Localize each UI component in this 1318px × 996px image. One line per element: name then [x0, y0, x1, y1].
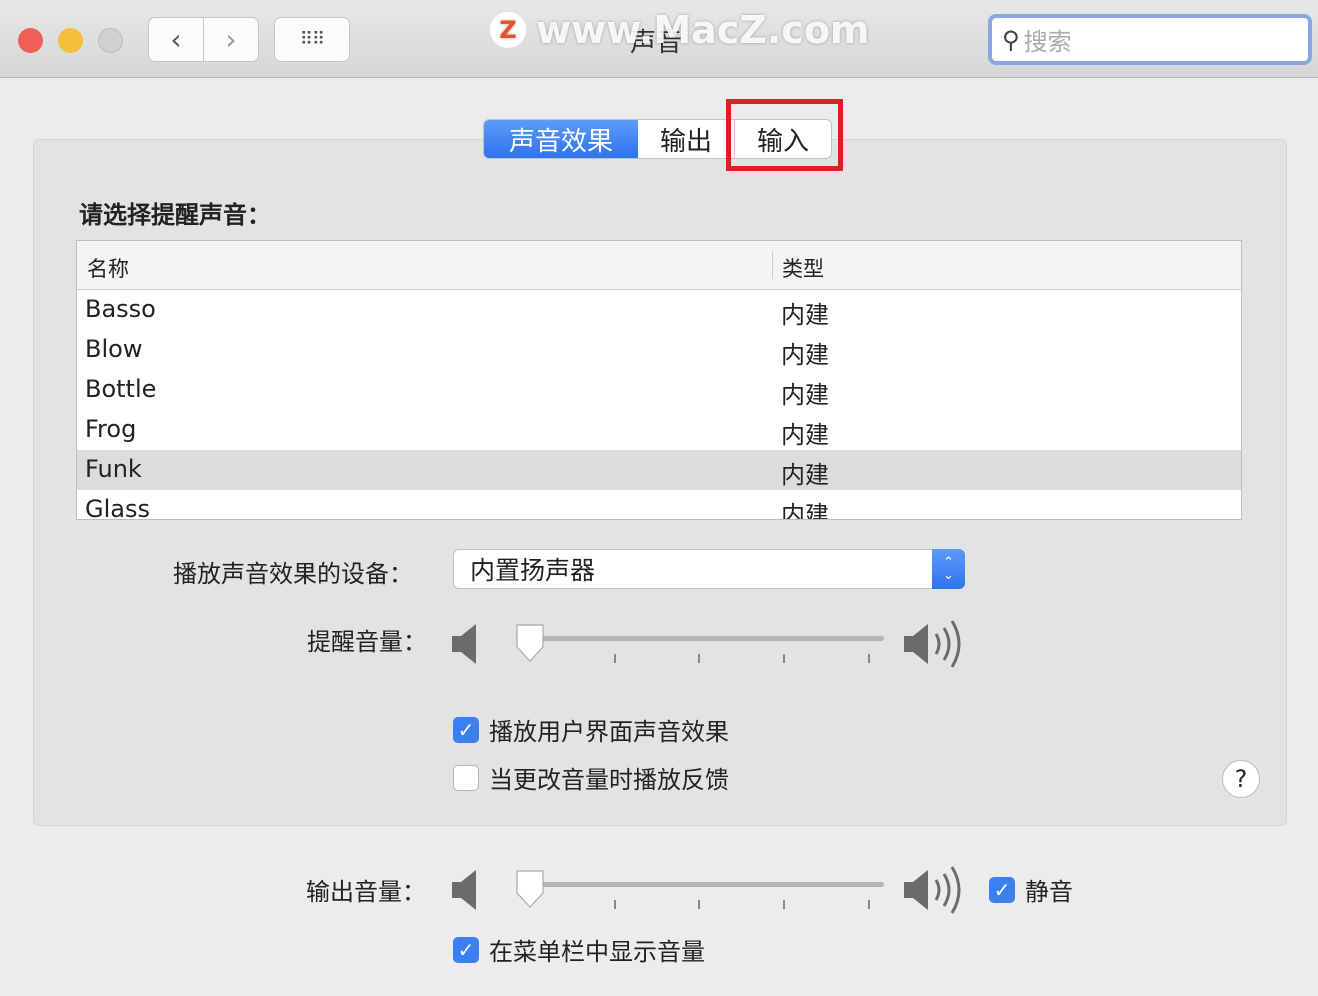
search-placeholder: 搜索: [1024, 22, 1072, 57]
slider-tick: [868, 900, 870, 909]
title-bar: ‹ › ⠿⠿ 声音 Zwww.MacZ.com ⚲搜索: [0, 0, 1318, 78]
mute-checkbox[interactable]: ✓ 静音: [989, 872, 1073, 907]
speaker-high-icon: [904, 618, 974, 670]
tab-output[interactable]: 输出: [638, 120, 735, 158]
alert-volume-slider[interactable]: [452, 614, 972, 674]
sound-name: Glass: [85, 495, 150, 520]
column-type[interactable]: 类型: [782, 253, 824, 283]
table-header: 名称 类型: [77, 241, 1241, 290]
slider-track: [516, 882, 884, 887]
sound-name: Frog: [85, 415, 136, 443]
tab-sound-effects[interactable]: 声音效果: [484, 120, 638, 158]
slider-tick: [614, 900, 616, 909]
feedback-checkbox[interactable]: 当更改音量时播放反馈: [453, 760, 729, 795]
chevron-right-icon: ›: [225, 23, 236, 56]
close-button[interactable]: [18, 28, 43, 53]
output-volume-slider[interactable]: [452, 860, 972, 920]
sound-type: 内建: [781, 375, 829, 410]
sound-type: 内建: [781, 415, 829, 450]
table-row[interactable]: Frog 内建: [77, 410, 1241, 450]
feedback-label: 当更改音量时播放反馈: [489, 760, 729, 795]
search-icon: ⚲: [1002, 26, 1020, 54]
speaker-high-icon: [904, 864, 974, 916]
slider-tick: [698, 900, 700, 909]
alert-heading: 请选择提醒声音：: [79, 195, 271, 230]
table-row[interactable]: Funk 内建: [77, 450, 1241, 490]
table-row[interactable]: Glass 内建: [77, 490, 1241, 520]
chevron-left-icon: ‹: [170, 23, 181, 56]
slider-thumb[interactable]: [514, 868, 546, 908]
sound-name: Blow: [85, 335, 142, 363]
grid-icon: ⠿⠿: [300, 29, 324, 50]
alert-volume-label: 提醒音量：: [307, 622, 427, 657]
sound-type: 内建: [781, 495, 829, 520]
watermark-logo: Z: [490, 12, 526, 48]
sound-type: 内建: [781, 455, 829, 490]
chevron-updown-icon: ⌃⌄: [932, 549, 965, 589]
checkmark-icon: ✓: [453, 937, 479, 963]
sound-type: 内建: [781, 335, 829, 370]
alert-sound-table[interactable]: 名称 类型 Basso内建Blow内建Bottle内建Frog内建Funk内建G…: [76, 240, 1242, 520]
ui-sounds-label: 播放用户界面声音效果: [489, 712, 729, 747]
slider-track: [516, 636, 884, 641]
speaker-low-icon: [452, 870, 480, 910]
back-button[interactable]: ‹: [148, 17, 204, 62]
checkbox-empty-icon: [453, 765, 479, 791]
slider-tick: [614, 654, 616, 663]
checkmark-icon: ✓: [989, 877, 1015, 903]
slider-tick: [783, 654, 785, 663]
sound-type: 内建: [781, 295, 829, 330]
forward-button[interactable]: ›: [203, 17, 259, 62]
watermark: Zwww.MacZ.com: [490, 8, 870, 52]
sound-name: Bottle: [85, 375, 156, 403]
device-value: 内置扬声器: [470, 551, 595, 587]
ui-sounds-checkbox[interactable]: ✓ 播放用户界面声音效果: [453, 712, 729, 747]
slider-thumb[interactable]: [514, 622, 546, 662]
search-input[interactable]: ⚲搜索: [988, 14, 1312, 65]
checkmark-icon: ✓: [453, 717, 479, 743]
slider-tick: [783, 900, 785, 909]
table-row[interactable]: Blow 内建: [77, 330, 1241, 370]
speaker-low-icon: [452, 624, 480, 664]
device-label: 播放声音效果的设备：: [173, 554, 413, 589]
show-all-button[interactable]: ⠿⠿: [274, 17, 350, 62]
mute-label: 静音: [1025, 872, 1073, 907]
table-row[interactable]: Bottle 内建: [77, 370, 1241, 410]
minimize-button[interactable]: [58, 28, 83, 53]
sound-name: Funk: [85, 455, 142, 483]
slider-tick: [868, 654, 870, 663]
highlight-box: [726, 99, 843, 171]
sound-name: Basso: [85, 295, 156, 323]
menubar-volume-checkbox[interactable]: ✓ 在菜单栏中显示音量: [453, 932, 705, 967]
output-volume-label: 输出音量：: [306, 872, 426, 907]
help-button[interactable]: ?: [1222, 760, 1260, 798]
menubar-volume-label: 在菜单栏中显示音量: [489, 932, 705, 967]
watermark-text: www.MacZ.com: [536, 8, 870, 52]
device-select[interactable]: 内置扬声器 ⌃⌄: [453, 549, 965, 589]
zoom-button[interactable]: [98, 28, 123, 53]
column-name[interactable]: 名称: [87, 253, 129, 283]
table-row[interactable]: Basso 内建: [77, 290, 1241, 330]
slider-tick: [698, 654, 700, 663]
